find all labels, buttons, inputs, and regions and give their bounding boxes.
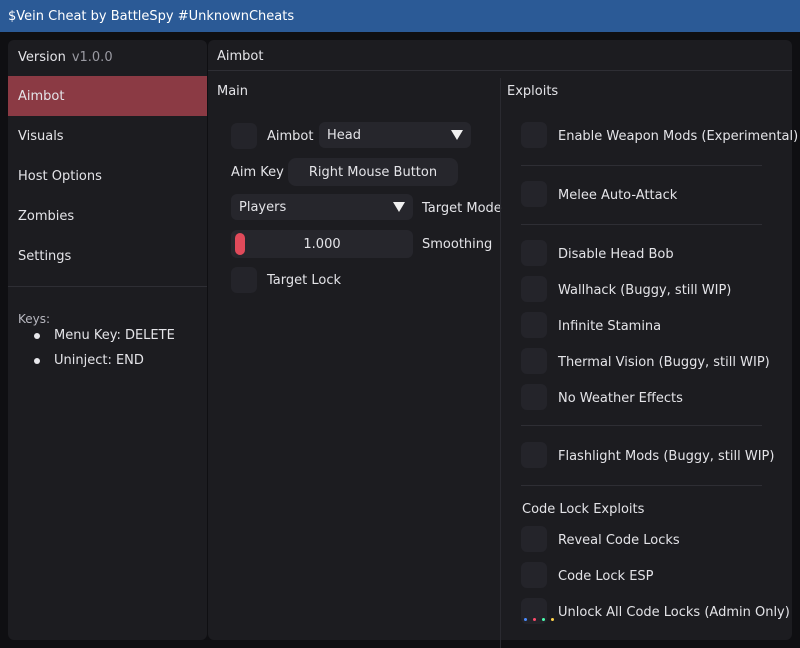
row-separator <box>521 425 762 426</box>
dropdown-arrow-icon <box>451 130 463 140</box>
flashlight-mods-label: Flashlight Mods (Buggy, still WIP) <box>558 449 775 464</box>
dropdown-arrow-icon <box>393 202 405 212</box>
aimbot-bone-value: Head <box>327 127 361 143</box>
content-panel: Aimbot Main Aimbot Head Aim Key Right Mo… <box>208 40 798 648</box>
row-separator <box>521 165 762 166</box>
content-divider <box>208 70 792 71</box>
decorative-dots <box>524 618 554 621</box>
aim-key-value: Right Mouse Button <box>308 164 438 180</box>
thermal-vision-checkbox[interactable] <box>521 348 547 374</box>
code-lock-esp-checkbox[interactable] <box>521 562 547 588</box>
sidebar-item-label: Visuals <box>18 128 64 144</box>
aim-key-label: Aim Key <box>231 165 284 180</box>
page-title: Aimbot <box>217 49 264 64</box>
sidebar-item-label: Settings <box>18 248 72 264</box>
reveal-code-locks-checkbox[interactable] <box>521 526 547 552</box>
no-weather-checkbox[interactable] <box>521 384 547 410</box>
aimbot-bone-select[interactable]: Head <box>319 122 471 148</box>
sidebar-item-label: Host Options <box>18 168 102 184</box>
keys-title: Keys: <box>18 312 51 326</box>
column-divider <box>500 78 501 648</box>
version-value: v1.0.0 <box>71 50 113 65</box>
target-mode-select[interactable]: Players <box>231 194 413 220</box>
target-lock-label: Target Lock <box>267 273 341 288</box>
aim-key-button[interactable]: Right Mouse Button <box>288 158 458 186</box>
unlock-all-code-locks-label: Unlock All Code Locks (Admin Only) <box>558 605 790 620</box>
aimbot-label: Aimbot <box>267 129 314 144</box>
slider-grab[interactable] <box>235 233 245 255</box>
melee-auto-attack-label: Melee Auto-Attack <box>558 188 678 203</box>
thermal-vision-label: Thermal Vision (Buggy, still WIP) <box>558 355 770 370</box>
wallhack-label: Wallhack (Buggy, still WIP) <box>558 283 732 298</box>
dot-icon <box>533 618 536 621</box>
sidebar-item-aimbot[interactable]: Aimbot <box>8 76 207 116</box>
target-mode-value: Players <box>239 199 287 215</box>
sidebar-item-label: Zombies <box>18 208 75 224</box>
code-lock-esp-label: Code Lock ESP <box>558 569 654 584</box>
dot-icon <box>542 618 545 621</box>
row-separator <box>521 224 762 225</box>
version-info: Version v1.0.0 <box>18 50 113 65</box>
flashlight-mods-checkbox[interactable] <box>521 442 547 468</box>
weapon-mods-label: Enable Weapon Mods (Experimental) <box>558 129 799 144</box>
window-titlebar[interactable]: $Vein Cheat by BattleSpy #UnknownCheats <box>0 0 800 32</box>
disable-head-bob-checkbox[interactable] <box>521 240 547 266</box>
app-window: Version v1.0.0 Aimbot Visuals Host Option… <box>0 32 800 648</box>
melee-auto-attack-checkbox[interactable] <box>521 181 547 207</box>
key-item-label: Menu Key: DELETE <box>54 328 175 343</box>
sidebar-divider <box>8 286 207 287</box>
sidebar-item-zombies[interactable]: Zombies <box>8 196 207 236</box>
sidebar-item-visuals[interactable]: Visuals <box>8 116 207 156</box>
smoothing-slider[interactable]: 1.000 <box>231 230 413 258</box>
target-lock-checkbox[interactable] <box>231 267 257 293</box>
smoothing-value: 1.000 <box>303 236 341 252</box>
bullet-icon <box>34 357 40 364</box>
dot-icon <box>551 618 554 621</box>
section-main-label: Main <box>217 84 249 99</box>
sidebar: Version v1.0.0 Aimbot Visuals Host Option… <box>8 40 207 640</box>
disable-head-bob-label: Disable Head Bob <box>558 247 674 262</box>
sidebar-item-label: Aimbot <box>18 88 65 104</box>
window-title: $Vein Cheat by BattleSpy #UnknownCheats <box>8 8 295 24</box>
reveal-code-locks-label: Reveal Code Locks <box>558 533 680 548</box>
infinite-stamina-checkbox[interactable] <box>521 312 547 338</box>
aimbot-checkbox[interactable] <box>231 123 257 149</box>
smoothing-label: Smoothing <box>422 237 493 252</box>
key-item-menu: Menu Key: DELETE <box>34 328 175 343</box>
key-item-label: Uninject: END <box>54 353 144 368</box>
wallhack-checkbox[interactable] <box>521 276 547 302</box>
key-item-uninject: Uninject: END <box>34 353 144 368</box>
code-lock-section-title: Code Lock Exploits <box>522 502 645 517</box>
target-mode-label: Target Mode <box>422 201 502 216</box>
dot-icon <box>524 618 527 621</box>
bullet-icon <box>34 332 40 339</box>
sidebar-item-settings[interactable]: Settings <box>8 236 207 276</box>
sidebar-item-host-options[interactable]: Host Options <box>8 156 207 196</box>
weapon-mods-checkbox[interactable] <box>521 122 547 148</box>
infinite-stamina-label: Infinite Stamina <box>558 319 662 334</box>
section-exploits-label: Exploits <box>507 84 559 99</box>
no-weather-label: No Weather Effects <box>558 391 683 406</box>
row-separator <box>521 485 762 486</box>
version-label: Version <box>18 50 66 65</box>
